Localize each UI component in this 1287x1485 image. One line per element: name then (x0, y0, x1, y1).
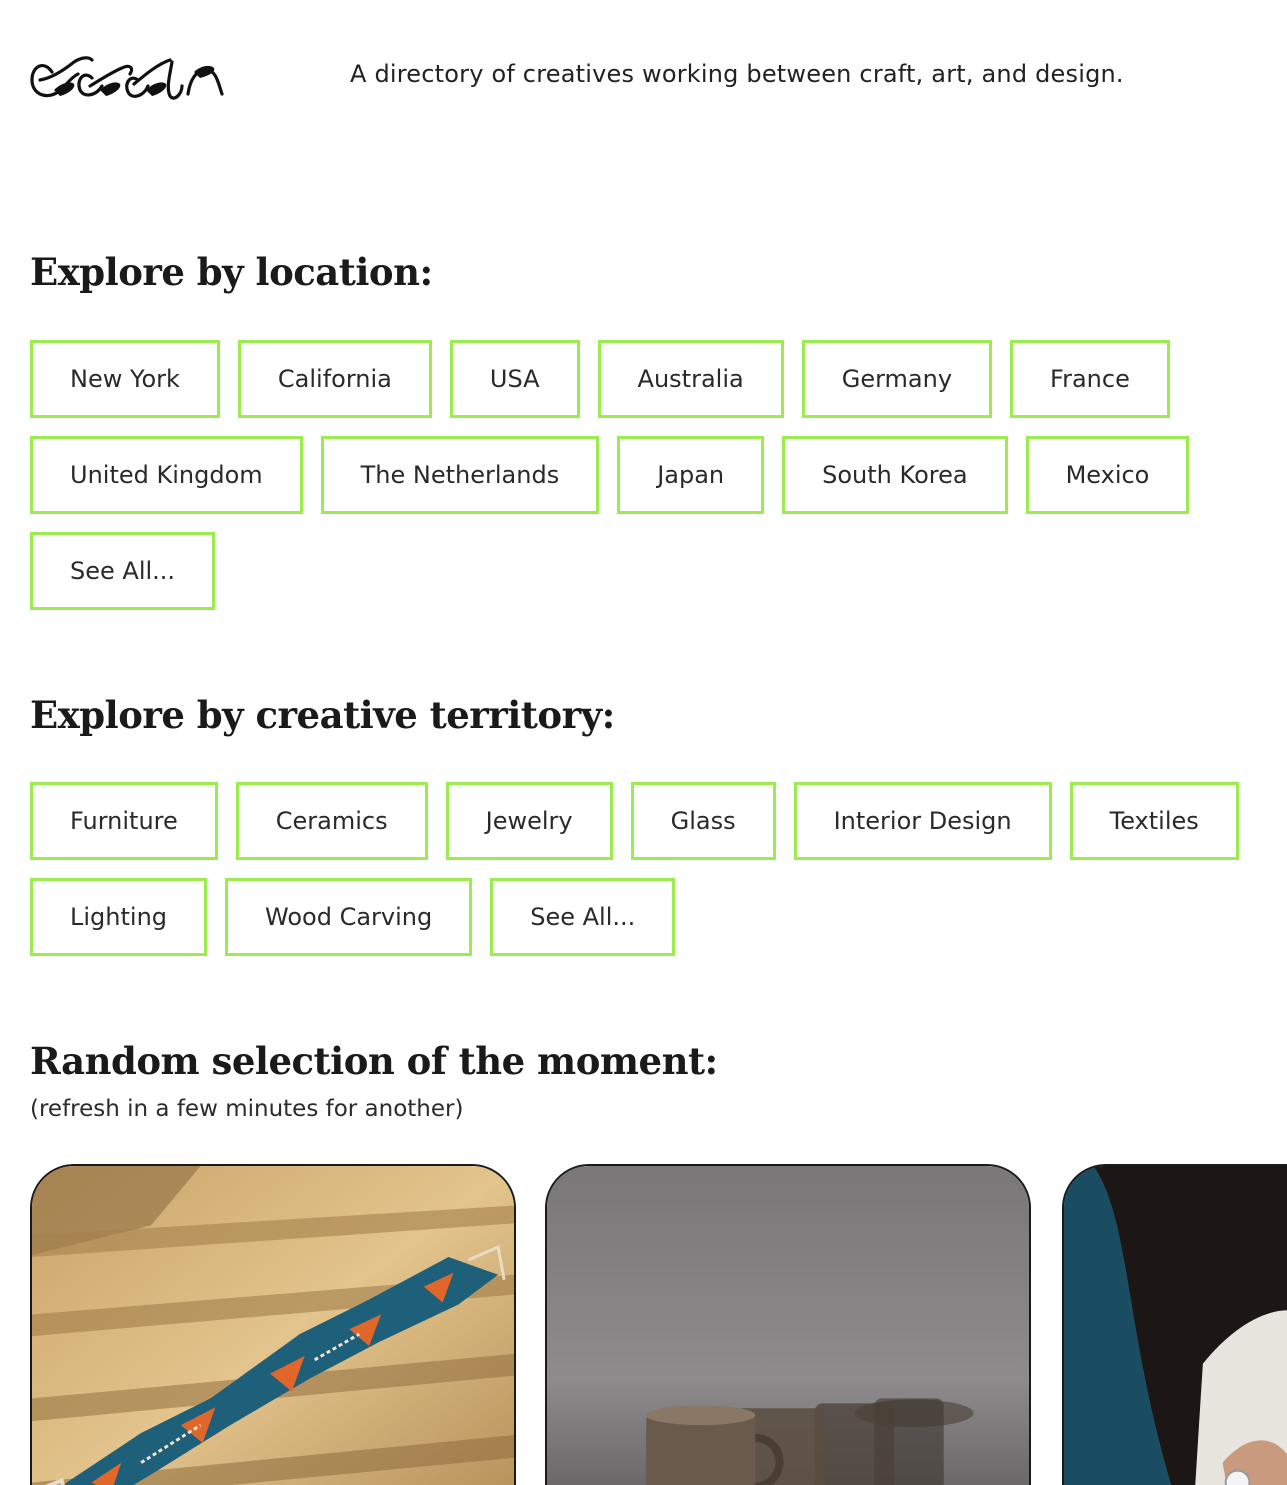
logo-wordmark-icon (30, 56, 224, 100)
location-section-title: Explore by location: (30, 250, 433, 294)
location-chip-japan[interactable]: Japan (617, 436, 765, 514)
territory-chip-jewelry[interactable]: Jewelry (445, 782, 613, 860)
creative-card[interactable] (545, 1164, 1031, 1485)
location-see-all-button[interactable]: See All... (30, 532, 216, 610)
territory-chip-textiles[interactable]: Textiles (1069, 782, 1239, 860)
random-section-title: Random selection of the moment: (30, 1039, 718, 1083)
card-image-rug-on-steps (32, 1166, 514, 1485)
territory-see-all-button[interactable]: See All... (490, 878, 676, 956)
territory-chip-list: Furniture Ceramics Jewelry Glass Interio… (30, 782, 1260, 956)
location-chip-new-york[interactable]: New York (30, 340, 220, 418)
site-header: A directory of creatives working between… (30, 44, 1260, 104)
location-chip-mexico[interactable]: Mexico (1025, 436, 1190, 514)
location-chip-australia[interactable]: Australia (597, 340, 784, 418)
location-chip-list: New York California USA Australia German… (30, 340, 1260, 610)
site-logo[interactable] (30, 50, 230, 102)
creative-card[interactable] (30, 1164, 516, 1485)
location-chip-south-korea[interactable]: South Korea (782, 436, 1008, 514)
territory-chip-lighting[interactable]: Lighting (30, 878, 208, 956)
territory-chip-ceramics[interactable]: Ceramics (235, 782, 428, 860)
territory-section-title: Explore by creative territory: (30, 693, 615, 737)
site-tagline: A directory of creatives working between… (350, 60, 1124, 88)
card-image-person-with-rings (1064, 1166, 1287, 1485)
random-section-subtitle: (refresh in a few minutes for another) (30, 1096, 464, 1122)
territory-chip-interior-design[interactable]: Interior Design (793, 782, 1052, 860)
location-chip-france[interactable]: France (1010, 340, 1170, 418)
location-chip-united-kingdom[interactable]: United Kingdom (30, 436, 303, 514)
location-chip-germany[interactable]: Germany (801, 340, 993, 418)
location-chip-usa[interactable]: USA (449, 340, 580, 418)
territory-chip-wood-carving[interactable]: Wood Carving (225, 878, 473, 956)
location-chip-california[interactable]: California (237, 340, 432, 418)
territory-chip-furniture[interactable]: Furniture (30, 782, 218, 860)
card-image-ceramic-cups (547, 1166, 1029, 1485)
creative-card[interactable] (1062, 1164, 1287, 1485)
location-chip-the-netherlands[interactable]: The Netherlands (320, 436, 600, 514)
territory-chip-glass[interactable]: Glass (630, 782, 776, 860)
random-card-list (30, 1164, 1287, 1485)
